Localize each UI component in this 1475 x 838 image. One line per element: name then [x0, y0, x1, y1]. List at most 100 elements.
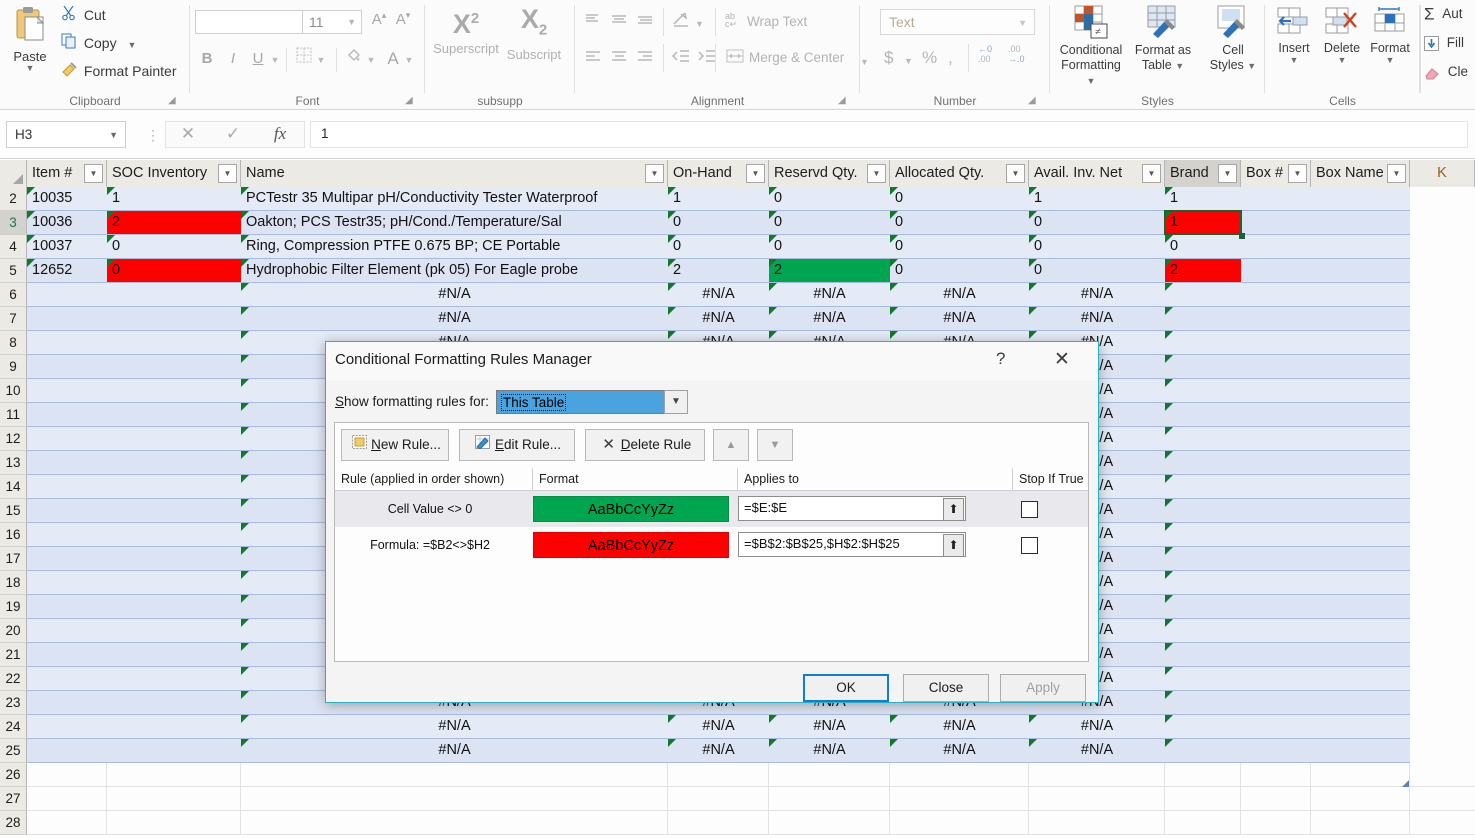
wrap-text-button[interactable]: Wrap Text	[747, 14, 807, 29]
cell[interactable]	[890, 811, 1029, 834]
cell[interactable]	[27, 523, 107, 546]
cell[interactable]: 1	[1165, 187, 1241, 210]
cell[interactable]	[1241, 715, 1311, 738]
italic-button[interactable]: I	[222, 46, 244, 72]
cell[interactable]	[1241, 667, 1311, 690]
row-header[interactable]: 3	[0, 211, 27, 235]
cell[interactable]	[1311, 595, 1410, 618]
cell[interactable]	[107, 379, 241, 402]
column-header-reservd-qty[interactable]: Reservd Qty. ▼	[769, 160, 890, 187]
cell[interactable]	[107, 355, 241, 378]
font-color-button[interactable]: A	[382, 46, 404, 72]
cell[interactable]	[1311, 475, 1410, 498]
row-header[interactable]: 21	[0, 643, 27, 667]
cell[interactable]	[890, 763, 1029, 786]
decrease-indent-button[interactable]	[671, 48, 691, 67]
cell[interactable]: #N/A	[668, 715, 769, 738]
column-header-name[interactable]: Name ▼	[241, 160, 668, 187]
cell[interactable]	[27, 403, 107, 426]
row-header[interactable]: 5	[0, 259, 27, 283]
cell[interactable]: PCTestr 35 Multipar pH/Conductivity Test…	[241, 187, 668, 210]
cell[interactable]	[107, 619, 241, 642]
cell[interactable]: #N/A	[241, 739, 668, 762]
scope-select[interactable]: This Table	[496, 390, 680, 414]
cell[interactable]	[27, 475, 107, 498]
cell[interactable]: #N/A	[890, 739, 1029, 762]
row-header[interactable]: 8	[0, 331, 27, 355]
cell[interactable]	[27, 499, 107, 522]
cell[interactable]	[1241, 475, 1311, 498]
cell[interactable]	[107, 739, 241, 762]
column-header-box-name[interactable]: Box Name ▼	[1311, 160, 1410, 187]
cell[interactable]: #N/A	[890, 283, 1029, 306]
cell[interactable]: #N/A	[769, 739, 890, 762]
edit-rule-button[interactable]: Edit Rule...	[459, 429, 575, 461]
cell[interactable]: 0	[1029, 235, 1165, 258]
cell[interactable]	[27, 379, 107, 402]
cell[interactable]: 0	[668, 235, 769, 258]
cell[interactable]	[769, 787, 890, 810]
dialog-close-button[interactable]: ✕	[1054, 348, 1070, 371]
cell[interactable]	[1311, 379, 1410, 402]
filter-button-box-number[interactable]: ▼	[1288, 164, 1307, 183]
cell[interactable]: 0	[107, 259, 241, 282]
formula-input[interactable]: 1	[310, 121, 1468, 148]
cell[interactable]: 0	[1165, 235, 1241, 258]
cell[interactable]	[1311, 187, 1410, 210]
cell[interactable]	[1241, 283, 1311, 306]
insert-cells-button[interactable]: Insert ▼	[1270, 6, 1318, 65]
cell[interactable]	[1311, 643, 1410, 666]
cell[interactable]	[27, 571, 107, 594]
cell[interactable]	[241, 811, 668, 834]
cell[interactable]	[1165, 667, 1241, 690]
decrease-font-size-button[interactable]: A▾	[392, 10, 414, 34]
cell[interactable]	[241, 787, 668, 810]
cell[interactable]	[107, 667, 241, 690]
cell[interactable]	[107, 811, 241, 834]
row-header[interactable]: 14	[0, 475, 27, 499]
bold-button[interactable]: B	[196, 46, 218, 72]
cell[interactable]	[107, 523, 241, 546]
column-header-avail-inv-net[interactable]: Avail. Inv. Net ▼	[1029, 160, 1165, 187]
new-rule-button[interactable]: New Rule...	[341, 429, 449, 461]
cell[interactable]	[107, 547, 241, 570]
cell-styles-button[interactable]: Cell Styles ▼	[1198, 4, 1268, 74]
cell[interactable]	[890, 787, 1029, 810]
row-header[interactable]: 26	[0, 763, 27, 787]
cell[interactable]	[1241, 595, 1311, 618]
superscript-button[interactable]: X2 Superscript	[433, 2, 499, 56]
filter-button-on-hand[interactable]: ▼	[746, 164, 765, 183]
cell[interactable]	[1165, 451, 1241, 474]
cell[interactable]	[107, 571, 241, 594]
cell[interactable]	[1241, 235, 1311, 258]
cell[interactable]	[1311, 715, 1410, 738]
rule-format-preview[interactable]: AaBbCcYyZz	[533, 532, 729, 558]
cell[interactable]	[27, 427, 107, 450]
cell[interactable]	[27, 691, 107, 714]
row-header[interactable]: 27	[0, 787, 27, 811]
paste-dropdown-caret[interactable]: ▼	[6, 64, 54, 73]
comma-style-button[interactable]: ,	[948, 48, 953, 68]
cell[interactable]	[1165, 715, 1241, 738]
underline-button[interactable]: U	[247, 46, 269, 72]
name-box[interactable]: H3 ▼	[6, 121, 126, 148]
move-rule-down-button[interactable]: ▼	[757, 429, 793, 461]
cell[interactable]	[27, 787, 107, 810]
cell[interactable]	[1241, 451, 1311, 474]
cell[interactable]: 0	[890, 259, 1029, 282]
cell[interactable]: 2	[1165, 259, 1241, 282]
cancel-formula-button[interactable]: ✕	[166, 124, 210, 144]
cell[interactable]: Ring, Compression PTFE 0.675 BP; CE Port…	[241, 235, 668, 258]
rule-applies-to-input[interactable]: =$E:$E ⬆	[738, 496, 966, 521]
borders-dropdown-caret[interactable]: ▼	[314, 46, 328, 72]
cell[interactable]: #N/A	[769, 283, 890, 306]
cell[interactable]: Hydrophobic Filter Element (pk 05) For E…	[241, 259, 668, 282]
cell[interactable]	[1241, 691, 1311, 714]
cell[interactable]	[107, 595, 241, 618]
cell[interactable]: #N/A	[1029, 283, 1165, 306]
cell[interactable]: 1	[107, 187, 241, 210]
increase-indent-button[interactable]	[697, 48, 717, 67]
cell[interactable]	[1241, 811, 1311, 834]
cell[interactable]	[1241, 547, 1311, 570]
cell[interactable]: 0	[769, 211, 890, 234]
